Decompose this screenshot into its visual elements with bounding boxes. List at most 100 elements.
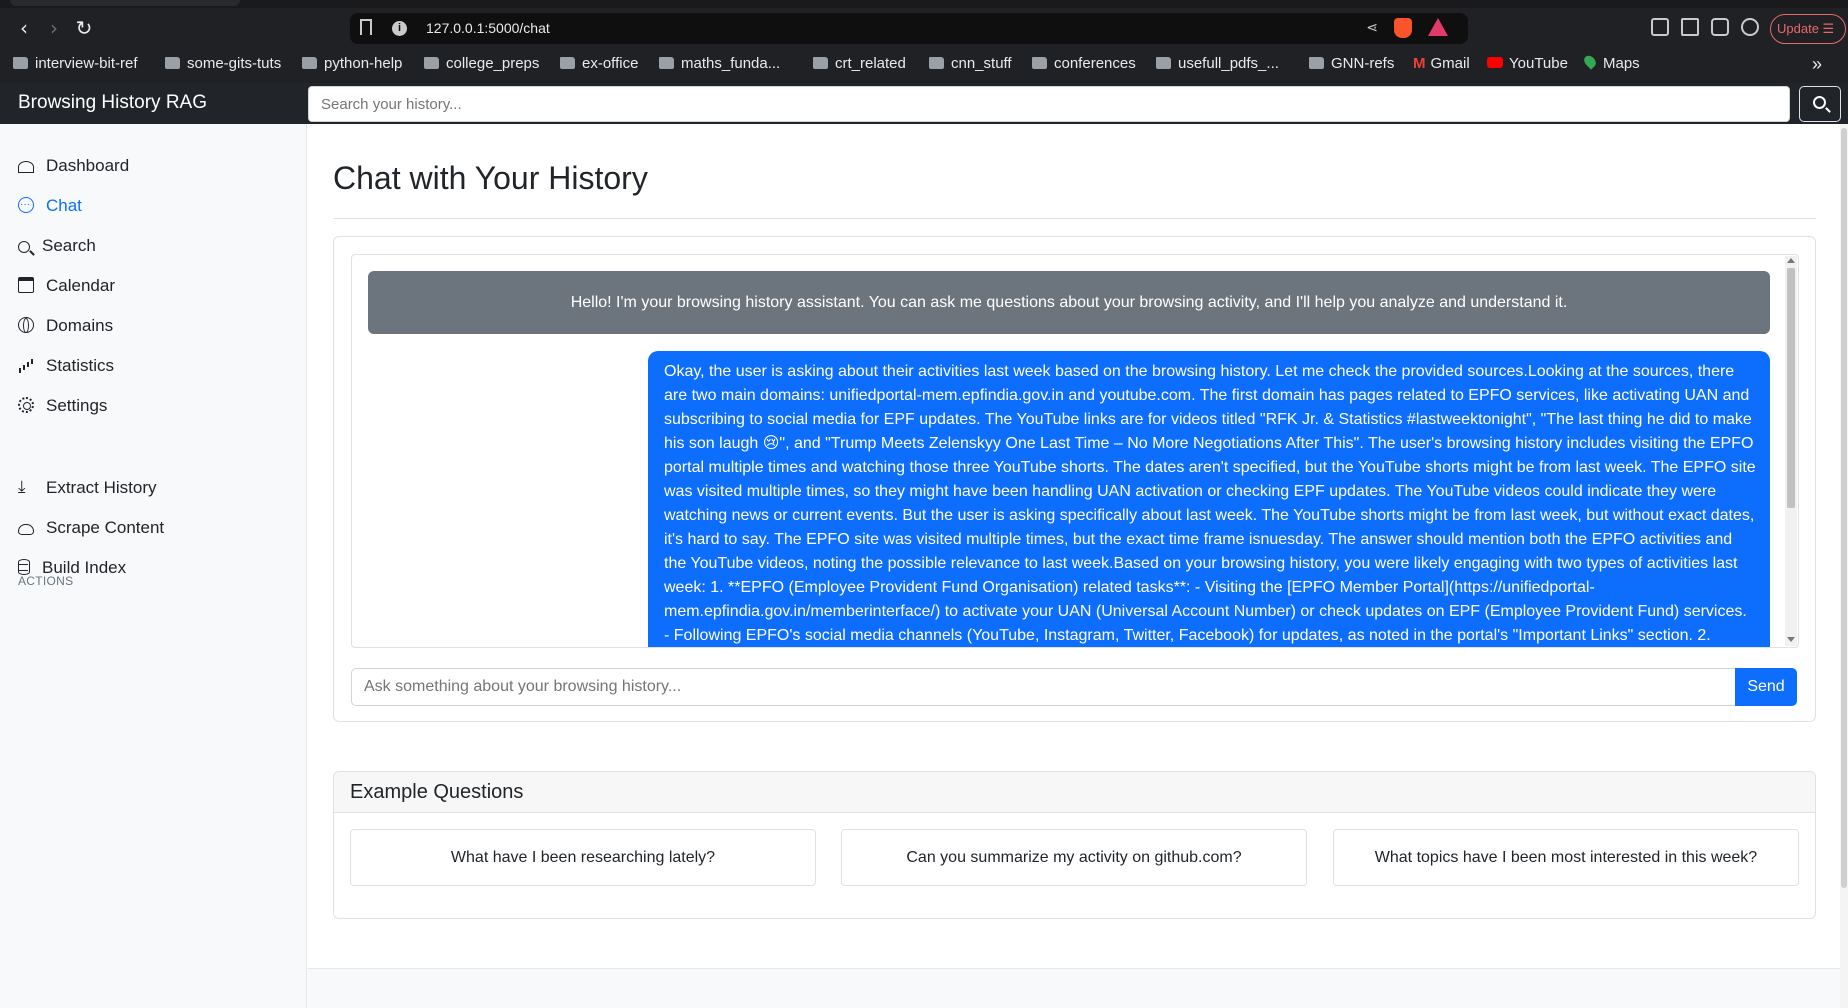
update-label: Update bbox=[1777, 21, 1819, 36]
bookmark-label: college_preps bbox=[446, 55, 540, 72]
scroll-down-icon[interactable] bbox=[1787, 637, 1795, 642]
send-button[interactable]: Send bbox=[1735, 668, 1797, 706]
sidebar-item-calendar[interactable]: Calendar bbox=[18, 272, 115, 300]
folder-icon bbox=[1156, 57, 1171, 69]
leo-ai-icon[interactable] bbox=[1741, 18, 1759, 36]
sidebar-toggle-icon[interactable] bbox=[1681, 18, 1699, 36]
chat-messages[interactable]: Hello! I'm your browsing history assista… bbox=[351, 254, 1799, 648]
app-brand[interactable]: Browsing History RAG bbox=[18, 92, 207, 114]
gmail-icon: M bbox=[1413, 55, 1426, 72]
scroll-up-icon[interactable] bbox=[1787, 258, 1795, 263]
calendar-icon bbox=[18, 277, 34, 293]
example-questions-header: Example Questions bbox=[334, 772, 1815, 813]
bookmark-folder[interactable]: python-help bbox=[302, 54, 402, 74]
bar-chart-icon bbox=[18, 357, 34, 373]
example-question-button[interactable]: What topics have I been most interested … bbox=[1333, 829, 1799, 886]
sidebar-item-label: Chat bbox=[46, 196, 82, 215]
bookmark-folder[interactable]: cnn_stuff bbox=[929, 54, 1012, 74]
bookmark-label: Gmail bbox=[1430, 55, 1470, 72]
example-question-button[interactable]: Can you summarize my activity on github.… bbox=[841, 829, 1307, 886]
forward-icon[interactable]: › bbox=[42, 16, 66, 40]
folder-icon bbox=[13, 57, 28, 69]
sidebar-item-label: Extract History bbox=[46, 478, 157, 497]
bookmark-youtube[interactable]: YouTube bbox=[1487, 54, 1568, 74]
sidebar-item-settings[interactable]: Settings bbox=[18, 392, 107, 420]
sidebar-item-label: Settings bbox=[46, 396, 108, 415]
share-icon[interactable]: ⋖ bbox=[1366, 20, 1378, 36]
bookmark-icon[interactable] bbox=[360, 19, 372, 35]
sidebar-item-statistics[interactable]: Statistics bbox=[18, 352, 114, 380]
sidebar-item-extract-history[interactable]: Extract History bbox=[18, 473, 157, 502]
bookmark-label: some-gits-tuts bbox=[187, 55, 282, 72]
sidebar-item-label: Calendar bbox=[46, 276, 115, 295]
sidebar-item-label: Search bbox=[42, 236, 96, 255]
browser-toolbar: ‹ › ↻ i 127.0.0.1:5000/chat ⋖ Update ☰ i… bbox=[0, 0, 1848, 83]
bookmark-label: interview-bit-ref bbox=[35, 55, 138, 72]
footer bbox=[308, 969, 1848, 1008]
history-search-button[interactable] bbox=[1799, 86, 1841, 122]
site-info-icon[interactable]: i bbox=[392, 21, 407, 36]
sidebar-item-build-index[interactable]: Build Index bbox=[18, 554, 126, 582]
bookmark-maps[interactable]: Maps bbox=[1581, 53, 1640, 74]
wallet-icon[interactable] bbox=[1711, 18, 1729, 36]
scroll-thumb[interactable] bbox=[1787, 268, 1795, 508]
chat-scrollbar[interactable] bbox=[1785, 256, 1797, 646]
bookmark-folder[interactable]: interview-bit-ref bbox=[13, 54, 138, 74]
history-search-input[interactable] bbox=[308, 86, 1790, 122]
bookmark-folder[interactable]: college_preps bbox=[424, 54, 539, 74]
page-scrollbar[interactable] bbox=[1840, 124, 1848, 1008]
chat-input[interactable] bbox=[351, 668, 1736, 706]
page-scroll-thumb[interactable] bbox=[1841, 128, 1847, 888]
sidebar-item-label: Domains bbox=[46, 316, 114, 335]
sidebar-item-domains[interactable]: Domains bbox=[18, 312, 113, 340]
bookmark-folder[interactable]: conferences bbox=[1032, 54, 1136, 74]
folder-icon bbox=[813, 57, 828, 69]
speedometer-icon bbox=[18, 161, 34, 173]
maps-pin-icon bbox=[1581, 53, 1599, 70]
bookmarks-bar: interview-bit-ref some-gits-tuts python-… bbox=[0, 50, 1848, 78]
url-text[interactable]: 127.0.0.1:5000/chat bbox=[426, 20, 550, 36]
bookmark-gmail[interactable]: M Gmail bbox=[1413, 54, 1470, 74]
sidebar-item-search[interactable]: Search bbox=[18, 232, 96, 260]
folder-icon bbox=[659, 57, 674, 69]
reload-icon[interactable]: ↻ bbox=[72, 16, 96, 40]
example-questions-card: Example Questions What have I been resea… bbox=[333, 771, 1816, 919]
bookmark-label: GNN-refs bbox=[1331, 55, 1395, 72]
folder-icon bbox=[302, 57, 317, 69]
cloud-download-icon bbox=[18, 524, 34, 535]
bookmark-folder[interactable]: usefull_pdfs_... bbox=[1156, 54, 1279, 74]
gear-icon bbox=[18, 397, 34, 413]
sidebar-item-label: Statistics bbox=[46, 356, 115, 375]
brave-rewards-icon[interactable] bbox=[1428, 18, 1448, 36]
bookmark-label: Maps bbox=[1603, 55, 1640, 72]
tab-strip bbox=[0, 0, 1848, 8]
back-icon[interactable]: ‹ bbox=[12, 16, 36, 40]
bookmark-folder[interactable]: GNN-refs bbox=[1309, 54, 1394, 74]
update-button[interactable]: Update ☰ bbox=[1770, 14, 1846, 44]
address-bar[interactable]: i 127.0.0.1:5000/chat ⋖ bbox=[350, 13, 1468, 44]
globe-icon bbox=[18, 317, 34, 333]
folder-icon bbox=[560, 57, 575, 69]
bookmark-folder[interactable]: maths_funda... bbox=[659, 54, 780, 74]
folder-icon bbox=[1032, 57, 1047, 69]
sidebar-item-chat[interactable]: Chat bbox=[18, 191, 82, 220]
folder-icon bbox=[929, 57, 944, 69]
sidebar-item-dashboard[interactable]: Dashboard bbox=[18, 152, 129, 180]
sidebar-item-scrape-content[interactable]: Scrape Content bbox=[18, 514, 164, 542]
example-question-button[interactable]: What have I been researching lately? bbox=[350, 829, 816, 886]
bookmark-folder[interactable]: crt_related bbox=[813, 54, 906, 74]
bookmark-label: python-help bbox=[324, 55, 403, 72]
bookmark-label: crt_related bbox=[835, 55, 906, 72]
youtube-icon bbox=[1487, 57, 1503, 68]
example-questions-title: Example Questions bbox=[350, 781, 524, 803]
assistant-message: Hello! I'm your browsing history assista… bbox=[368, 271, 1770, 334]
bookmark-folder[interactable]: ex-office bbox=[560, 54, 638, 74]
bookmark-label: usefull_pdfs_... bbox=[1178, 55, 1279, 72]
active-tab[interactable] bbox=[10, 0, 240, 6]
bookmarks-overflow-icon[interactable]: » bbox=[1812, 54, 1822, 75]
extensions-icon[interactable] bbox=[1651, 18, 1669, 36]
download-icon bbox=[18, 473, 34, 501]
bookmark-folder[interactable]: some-gits-tuts bbox=[165, 54, 281, 74]
brave-shields-icon[interactable] bbox=[1394, 18, 1412, 38]
bookmark-label: conferences bbox=[1054, 55, 1136, 72]
